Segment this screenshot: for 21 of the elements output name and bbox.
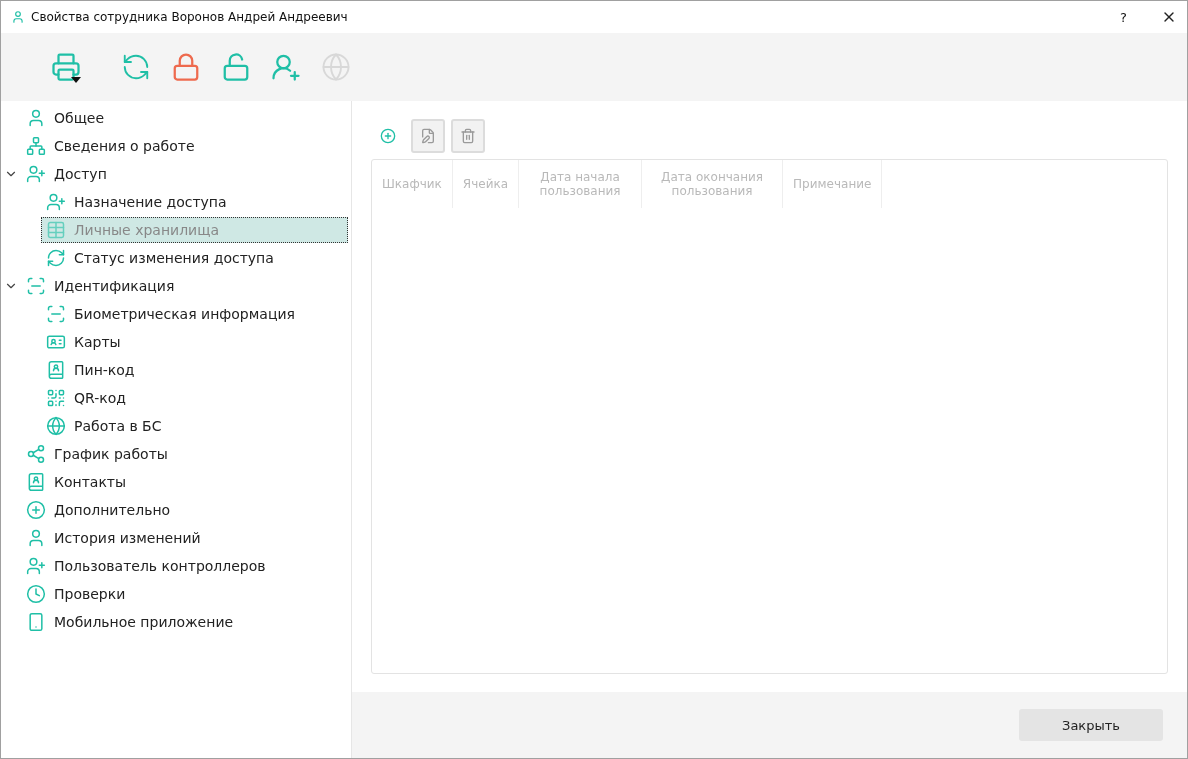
- sidebar-item[interactable]: История изменений: [21, 525, 206, 551]
- sidebar-item[interactable]: Проверки: [21, 581, 131, 607]
- close-button[interactable]: Закрыть: [1019, 709, 1163, 741]
- window-title: Свойства сотрудника Воронов Андрей Андреевич: [31, 10, 349, 24]
- sidebar-item[interactable]: Дополнительно: [21, 497, 176, 523]
- sidebar-item[interactable]: Пользователь контроллеров: [21, 553, 271, 579]
- sidebar-item[interactable]: Назначение доступа: [41, 189, 232, 215]
- sidebar-item[interactable]: Мобильное приложение: [21, 609, 239, 635]
- sidebar-item[interactable]: Контакты: [21, 469, 132, 495]
- sidebar-item[interactable]: Идентификация: [21, 273, 180, 299]
- sidebar-item[interactable]: Карты: [41, 329, 126, 355]
- sidebar-item[interactable]: Работа в БС: [41, 413, 167, 439]
- sidebar-item[interactable]: Статус изменения доступа: [41, 245, 279, 271]
- sidebar-item[interactable]: Доступ: [21, 161, 112, 187]
- sidebar-item[interactable]: Сведения о работе: [21, 133, 200, 159]
- sidebar-item[interactable]: График работы: [21, 441, 173, 467]
- help-button[interactable]: ?: [1120, 9, 1127, 25]
- sidebar-item[interactable]: Биометрическая информация: [41, 301, 300, 327]
- sidebar-item[interactable]: Общее: [21, 105, 110, 131]
- sidebar-item[interactable]: Пин-код: [41, 357, 140, 383]
- sidebar-item[interactable]: QR-код: [41, 385, 131, 411]
